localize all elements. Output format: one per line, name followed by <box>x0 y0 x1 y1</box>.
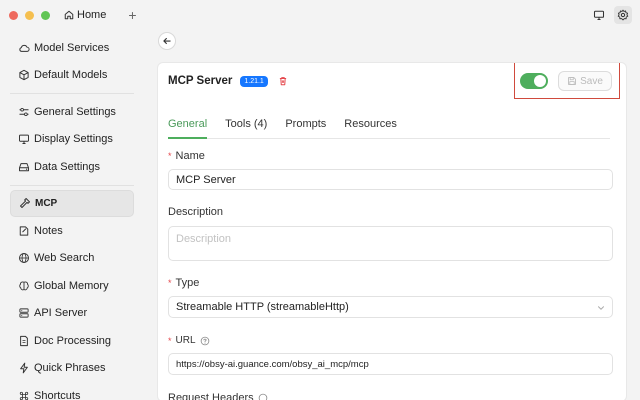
cloud-icon <box>19 44 30 52</box>
required-mark: * <box>168 278 172 288</box>
sidebar-item-notes[interactable]: Notes <box>10 217 134 245</box>
save-button[interactable]: Save <box>558 71 612 91</box>
tab-resources[interactable]: Resources <box>344 117 397 139</box>
command-icon <box>19 391 29 400</box>
name-input[interactable]: MCP Server <box>168 169 613 190</box>
description-textarea[interactable]: Description <box>168 226 613 261</box>
tab-tools[interactable]: Tools (4) <box>225 117 267 139</box>
maximize-window-button[interactable] <box>41 10 50 20</box>
hammer-icon <box>20 198 30 209</box>
delete-server-button[interactable] <box>278 76 288 86</box>
mcp-server-card: MCP Server 1.21.1 Save General Tools (4) P… <box>157 62 627 400</box>
sidebar-item-label: MCP <box>35 197 58 209</box>
sidebar-divider <box>10 184 134 186</box>
sidebar-item-model-services[interactable]: Model Services <box>10 34 134 62</box>
zap-icon <box>20 362 28 374</box>
help-icon[interactable] <box>258 393 268 400</box>
sidebar-item-label: Shortcuts <box>34 389 81 400</box>
chevron-down-icon <box>598 306 604 310</box>
new-tab-button[interactable]: + <box>128 8 136 22</box>
minimize-window-button[interactable] <box>25 10 34 20</box>
tab-home[interactable]: Home <box>64 9 106 21</box>
trash-icon <box>279 77 286 86</box>
sidebar-item-mcp[interactable]: MCP <box>10 189 134 217</box>
card-header: MCP Server 1.21.1 <box>168 75 288 87</box>
type-select-value: Streamable HTTP (streamableHttp) <box>176 301 349 313</box>
sidebar-item-display-settings[interactable]: Display Settings <box>10 126 134 154</box>
sidebar-item-label: Notes <box>34 224 63 237</box>
url-label-text: URL <box>175 335 196 346</box>
server-tabs: General Tools (4) Prompts Resources <box>168 117 610 139</box>
type-select[interactable]: Streamable HTTP (streamableHttp) <box>168 296 613 318</box>
arrow-left-icon <box>163 37 171 45</box>
globe-icon <box>19 253 29 264</box>
cube-icon <box>19 70 29 81</box>
sidebar-item-label: Web Search <box>34 252 95 265</box>
sidebar-item-label: Display Settings <box>34 133 113 146</box>
document-icon <box>20 335 28 346</box>
close-window-button[interactable] <box>9 10 18 20</box>
type-label-text: Type <box>175 277 200 289</box>
sidebar-item-doc-processing[interactable]: Doc Processing <box>10 327 134 355</box>
sidebar-item-web-search[interactable]: Web Search <box>10 245 134 273</box>
gear-icon <box>617 9 629 21</box>
tab-general[interactable]: General <box>168 117 208 139</box>
settings-button[interactable] <box>614 6 632 24</box>
url-input[interactable]: https://obsy-ai.guance.com/obsy_ai_mcp/m… <box>168 353 613 375</box>
tab-prompts[interactable]: Prompts <box>285 117 326 139</box>
tab-home-label: Home <box>77 9 107 21</box>
sidebar-item-general-settings[interactable]: General Settings <box>10 98 134 126</box>
sidebar-item-label: Model Services <box>34 41 110 54</box>
type-label: * Type <box>168 277 199 289</box>
name-label: * Name <box>168 150 205 162</box>
window-controls <box>9 10 50 20</box>
drive-icon <box>19 162 29 171</box>
sidebar-item-label: Default Models <box>34 69 108 82</box>
sidebar-item-quick-phrases[interactable]: Quick Phrases <box>10 355 134 383</box>
sidebar-item-label: API Server <box>34 307 88 320</box>
title-bar: Home + <box>0 0 640 30</box>
request-headers-label-text: Request Headers <box>168 392 254 400</box>
sidebar-item-label: Doc Processing <box>34 334 112 347</box>
monitor-icon <box>19 134 29 145</box>
sidebar-item-shortcuts[interactable]: Shortcuts <box>10 382 134 400</box>
sidebar-item-label: Global Memory <box>34 279 109 292</box>
sidebar-item-label: Quick Phrases <box>34 362 106 375</box>
required-mark: * <box>168 335 172 346</box>
monitor-icon <box>593 10 605 21</box>
help-icon[interactable] <box>200 336 210 346</box>
save-icon <box>568 77 576 85</box>
note-icon <box>19 226 29 236</box>
request-headers-label: Request Headers <box>168 392 268 400</box>
sidebar-item-default-models[interactable]: Default Models <box>10 62 134 90</box>
sliders-icon <box>19 107 29 116</box>
sidebar-item-label: General Settings <box>34 105 116 118</box>
sidebar-item-data-settings[interactable]: Data Settings <box>10 153 134 181</box>
back-button[interactable] <box>158 32 176 50</box>
sidebar-item-global-memory[interactable]: Global Memory <box>10 272 134 300</box>
sidebar-item-label: Data Settings <box>34 160 101 173</box>
version-badge: 1.21.1 <box>240 75 268 87</box>
server-enable-toggle[interactable] <box>520 73 548 89</box>
main-panel: MCP Server 1.21.1 Save General Tools (4) P… <box>142 30 640 400</box>
name-label-text: Name <box>175 150 205 162</box>
settings-sidebar: Model Services Default Models General Sett… <box>0 30 142 400</box>
required-mark: * <box>168 151 172 161</box>
toggle-knob <box>534 75 546 87</box>
server-title: MCP Server <box>168 75 233 87</box>
description-label: Description <box>168 206 224 218</box>
sidebar-divider <box>10 93 134 94</box>
monitor-button[interactable] <box>590 6 608 24</box>
server-icon <box>19 308 29 318</box>
home-icon <box>64 10 74 20</box>
sidebar-item-api-server[interactable]: API Server <box>10 300 134 328</box>
brain-icon <box>19 281 29 291</box>
url-label: * URL <box>168 335 210 346</box>
save-label: Save <box>580 75 603 87</box>
